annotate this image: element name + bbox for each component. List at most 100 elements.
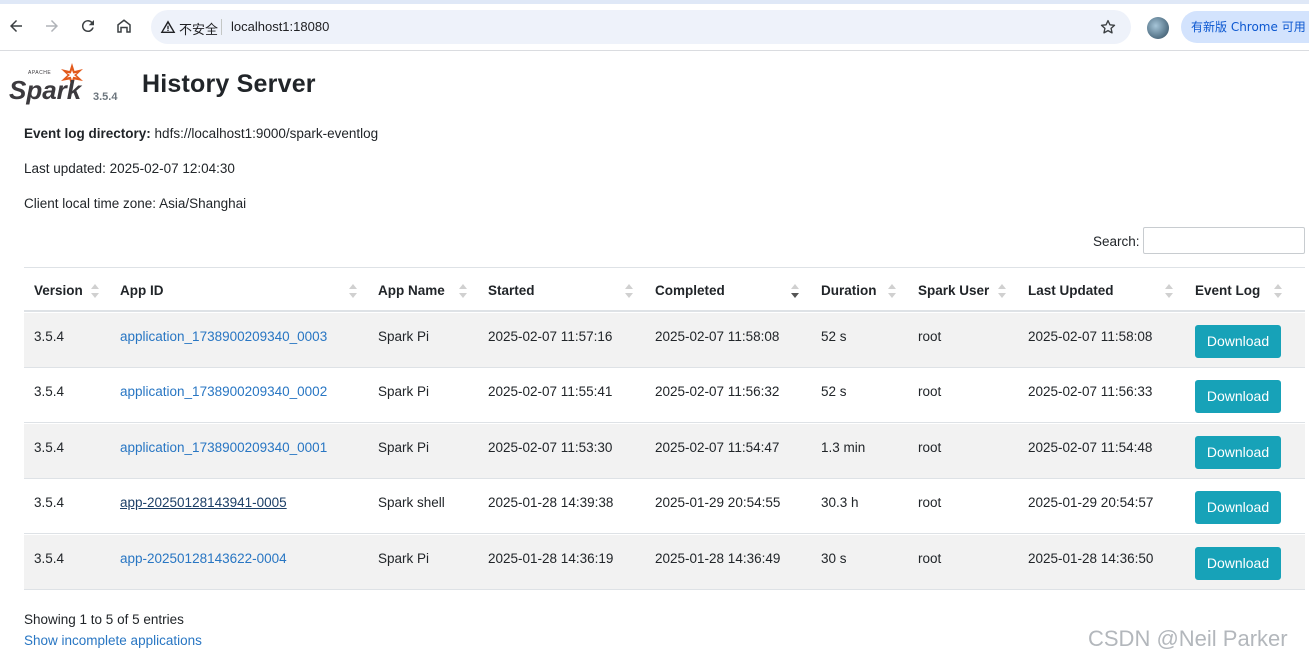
cell-completed: 2025-01-28 14:36:49 — [655, 551, 781, 566]
cell-version: 3.5.4 — [34, 495, 65, 510]
logo-wordmark: Spark — [9, 75, 83, 105]
cell-last-updated: 2025-02-07 11:58:08 — [1028, 329, 1153, 344]
cell-completed: 2025-02-07 11:56:32 — [655, 384, 780, 399]
cell-version: 3.5.4 — [34, 384, 65, 399]
cell-started: 2025-01-28 14:36:19 — [488, 551, 614, 566]
download-button[interactable]: Download — [1195, 380, 1281, 413]
app-id-link[interactable]: application_1738900209340_0003 — [120, 329, 327, 344]
app-id-link[interactable]: app-20250128143941-0005 — [120, 495, 287, 510]
tab-strip — [0, 0, 1309, 4]
table-row: 3.5.4 application_1738900209340_0002 Spa… — [24, 368, 1305, 423]
home-button[interactable] — [112, 14, 136, 38]
cell-duration: 52 s — [821, 384, 847, 399]
client-timezone: Client local time zone: Asia/Shanghai — [24, 196, 247, 211]
bookmark-star-icon[interactable] — [1099, 18, 1117, 36]
sort-icon[interactable] — [888, 283, 896, 299]
cell-app-name: Spark Pi — [378, 440, 430, 455]
cell-completed: 2025-02-07 11:58:08 — [655, 329, 780, 344]
download-button[interactable]: Download — [1195, 547, 1281, 580]
warning-icon[interactable] — [160, 19, 176, 35]
reload-icon — [81, 20, 94, 33]
cell-completed: 2025-02-07 11:54:47 — [655, 440, 780, 455]
event-log-directory: Event log directory: hdfs://localhost1:9… — [24, 126, 378, 141]
sort-icon[interactable] — [349, 283, 357, 299]
col-header-event-log: Event Log — [1195, 283, 1261, 298]
cell-app-name: Spark Pi — [378, 384, 430, 399]
last-updated: Last updated: 2025-02-07 12:04:30 — [24, 161, 235, 176]
cell-started: 2025-02-07 11:57:16 — [488, 329, 613, 344]
forward-button[interactable] — [40, 14, 64, 38]
browser-toolbar: 不安全 localhost1:18080 有新版 Chrome 可用 — [0, 0, 1309, 51]
cell-duration: 30 s — [821, 551, 847, 566]
col-header-version[interactable]: Version — [34, 283, 83, 298]
table-header-row: Version App ID App Name Started Complete… — [24, 268, 1305, 312]
chrome-update-button[interactable]: 有新版 Chrome 可用 — [1181, 11, 1309, 43]
cell-spark-user: root — [918, 551, 942, 566]
url-separator — [221, 19, 222, 35]
search-label: Search: — [1093, 234, 1140, 249]
app-id-link[interactable]: application_1738900209340_0001 — [120, 440, 327, 455]
download-button[interactable]: Download — [1195, 325, 1281, 358]
insecure-label[interactable]: 不安全 — [179, 19, 218, 38]
cell-duration: 52 s — [821, 329, 847, 344]
reload-button[interactable] — [76, 14, 100, 38]
cell-spark-user: root — [918, 384, 942, 399]
cell-spark-user: root — [918, 440, 942, 455]
app-id-link[interactable]: app-20250128143622-0004 — [120, 551, 287, 566]
table-row: 3.5.4 application_1738900209340_0001 Spa… — [24, 424, 1305, 479]
cell-duration: 30.3 h — [821, 495, 859, 510]
sort-icon[interactable] — [1165, 283, 1173, 299]
col-header-completed[interactable]: Completed — [655, 283, 725, 298]
table-row: 3.5.4 application_1738900209340_0003 Spa… — [24, 313, 1305, 368]
back-button[interactable] — [4, 14, 28, 38]
col-header-app-name[interactable]: App Name — [378, 283, 445, 298]
cell-completed: 2025-01-29 20:54:55 — [655, 495, 781, 510]
cell-version: 3.5.4 — [34, 329, 65, 344]
cell-spark-user: root — [918, 495, 942, 510]
col-header-duration[interactable]: Duration — [821, 283, 877, 298]
spark-version: 3.5.4 — [93, 91, 118, 103]
download-button[interactable]: Download — [1195, 491, 1281, 524]
col-header-last-updated[interactable]: Last Updated — [1028, 283, 1114, 298]
sort-icon[interactable] — [459, 283, 467, 299]
col-header-started[interactable]: Started — [488, 283, 535, 298]
cell-app-name: Spark shell — [378, 495, 445, 510]
home-icon — [117, 19, 131, 33]
entries-info: Showing 1 to 5 of 5 entries — [24, 612, 184, 627]
cell-duration: 1.3 min — [821, 440, 866, 455]
address-bar[interactable]: 不安全 localhost1:18080 — [151, 10, 1131, 44]
applications-table: Version App ID App Name Started Complete… — [24, 267, 1305, 591]
col-header-spark-user[interactable]: Spark User — [918, 283, 989, 298]
table-row: 3.5.4 app-20250128143941-0005 Spark shel… — [24, 479, 1305, 534]
event-log-label: Event log directory: — [24, 126, 151, 141]
cell-last-updated: 2025-01-28 14:36:50 — [1028, 551, 1154, 566]
cell-started: 2025-02-07 11:55:41 — [488, 384, 613, 399]
cell-spark-user: root — [918, 329, 942, 344]
cell-version: 3.5.4 — [34, 551, 65, 566]
search-input[interactable] — [1143, 227, 1305, 254]
sort-icon[interactable] — [998, 283, 1006, 299]
cell-last-updated: 2025-02-07 11:54:48 — [1028, 440, 1153, 455]
cell-app-name: Spark Pi — [378, 329, 430, 344]
event-log-value: hdfs://localhost1:9000/spark-eventlog — [154, 126, 379, 141]
app-id-link[interactable]: application_1738900209340_0002 — [120, 384, 327, 399]
url-text[interactable]: localhost1:18080 — [231, 19, 329, 34]
sort-icon[interactable] — [1274, 283, 1282, 299]
cell-started: 2025-02-07 11:53:30 — [488, 440, 613, 455]
cell-last-updated: 2025-02-07 11:56:33 — [1028, 384, 1153, 399]
watermark: CSDN @Neil Parker — [1088, 626, 1288, 651]
forward-arrow-icon — [46, 20, 58, 32]
show-incomplete-link[interactable]: Show incomplete applications — [24, 633, 202, 648]
profile-avatar[interactable] — [1147, 17, 1169, 39]
download-button[interactable]: Download — [1195, 436, 1281, 469]
sort-desc-icon[interactable] — [791, 283, 799, 299]
table-row: 3.5.4 app-20250128143622-0004 Spark Pi 2… — [24, 535, 1305, 590]
sort-icon[interactable] — [91, 283, 99, 299]
page-title: History Server — [142, 70, 316, 98]
sort-icon[interactable] — [625, 283, 633, 299]
spark-logo: APACHE Spark — [9, 63, 83, 105]
cell-started: 2025-01-28 14:39:38 — [488, 495, 614, 510]
col-header-app-id[interactable]: App ID — [120, 283, 164, 298]
cell-last-updated: 2025-01-29 20:54:57 — [1028, 495, 1154, 510]
back-arrow-icon — [10, 20, 22, 32]
